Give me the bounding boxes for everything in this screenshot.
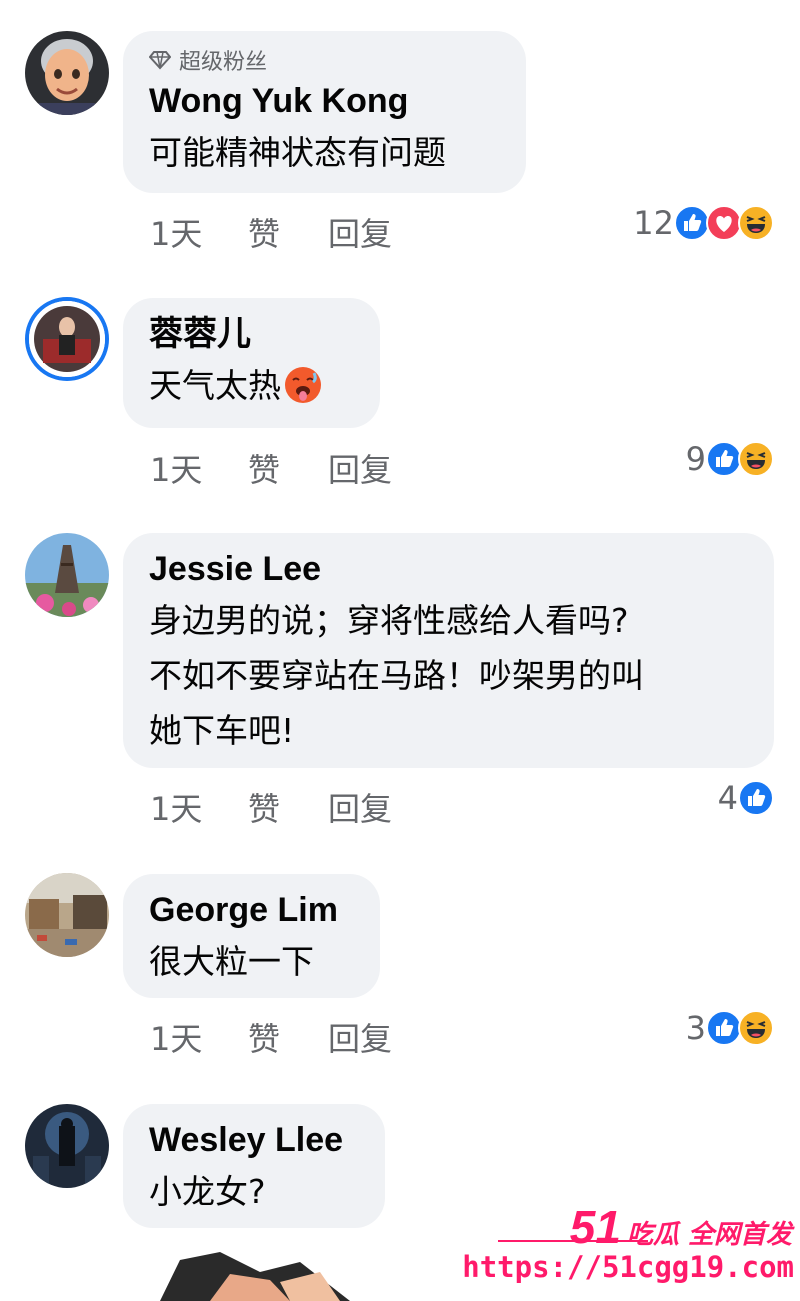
comment-text-line: 不如不要穿站在马路！吵架男的叫 bbox=[149, 656, 644, 695]
comment-bubble: George Lim 很大粒一下 bbox=[123, 874, 380, 998]
comment-time[interactable]: 1天 bbox=[150, 784, 248, 830]
comment-bubble: 超级粉丝 Wong Yuk Kong 可能精神状态有问题 bbox=[123, 31, 526, 193]
reply-button[interactable]: 回复 bbox=[328, 445, 392, 491]
reply-button[interactable]: 回复 bbox=[328, 209, 392, 255]
comment-author[interactable]: George Lim bbox=[149, 886, 354, 934]
like-button[interactable]: 赞 bbox=[248, 784, 328, 830]
comment-bubble: 蓉蓉儿 天气太热 bbox=[123, 298, 380, 428]
watermark: 51 吃瓜 全网首发 https://51cgg19.com bbox=[462, 1198, 798, 1298]
like-reaction-icon bbox=[674, 205, 710, 241]
comment-author[interactable]: Wong Yuk Kong bbox=[149, 77, 500, 125]
reply-button[interactable]: 回复 bbox=[328, 1014, 392, 1060]
avatar[interactable] bbox=[25, 297, 109, 381]
comment-text: 可能精神状态有问题 bbox=[149, 133, 446, 172]
haha-reaction-icon bbox=[738, 441, 774, 477]
hot-face-emoji-icon bbox=[285, 367, 321, 403]
comment-author[interactable]: Jessie Lee bbox=[149, 545, 748, 593]
like-reaction-icon bbox=[706, 441, 742, 477]
comment-author[interactable]: 蓉蓉儿 bbox=[149, 310, 354, 358]
like-reaction-icon bbox=[738, 780, 774, 816]
comment-author[interactable]: Wesley Llee bbox=[149, 1116, 359, 1164]
sticker-image bbox=[150, 1252, 370, 1301]
avatar[interactable] bbox=[25, 533, 109, 617]
watermark-brand: 吃瓜 全网首发 bbox=[626, 1220, 792, 1250]
watermark-divider bbox=[498, 1240, 648, 1242]
reaction-count: 4 bbox=[717, 779, 738, 817]
comment-time[interactable]: 1天 bbox=[150, 445, 248, 491]
watermark-url: https://51cgg19.com bbox=[462, 1250, 794, 1284]
reaction-count: 12 bbox=[633, 204, 674, 242]
reaction-summary[interactable]: 4 bbox=[718, 778, 774, 818]
comments-screen: 超级粉丝 Wong Yuk Kong 可能精神状态有问题 1天 赞 回复 12 bbox=[0, 0, 800, 1301]
watermark-number: 51 bbox=[569, 1201, 621, 1253]
like-reaction-icon bbox=[706, 1010, 742, 1046]
top-fan-badge: 超级粉丝 bbox=[149, 45, 500, 75]
comment-time[interactable]: 1天 bbox=[150, 209, 248, 255]
like-button[interactable]: 赞 bbox=[248, 1014, 328, 1060]
comment-bubble: Wesley Llee 小龙女? bbox=[123, 1104, 385, 1228]
reaction-summary[interactable]: 3 bbox=[686, 1008, 774, 1048]
comment-text-line: 她下车吧! bbox=[149, 711, 295, 750]
comment-actions: 1天 赞 回复 bbox=[150, 785, 392, 829]
comment-actions: 1天 赞 回复 bbox=[150, 210, 392, 254]
comment-text-content: 天气太热 bbox=[149, 366, 281, 405]
reaction-summary[interactable]: 12 bbox=[633, 203, 774, 243]
like-button[interactable]: 赞 bbox=[248, 445, 328, 491]
reply-button[interactable]: 回复 bbox=[328, 784, 392, 830]
comment-bubble: Jessie Lee 身边男的说；穿将性感给人看吗? 不如不要穿站在马路！吵架男… bbox=[123, 533, 774, 768]
haha-reaction-icon bbox=[738, 1010, 774, 1046]
diamond-icon bbox=[149, 51, 171, 70]
reaction-summary[interactable]: 9 bbox=[686, 439, 774, 479]
like-button[interactable]: 赞 bbox=[248, 209, 328, 255]
love-reaction-icon bbox=[706, 205, 742, 241]
haha-reaction-icon bbox=[738, 205, 774, 241]
avatar[interactable] bbox=[25, 1104, 109, 1188]
comment-text: 小龙女? bbox=[149, 1172, 266, 1211]
comment-text: 天气太热 bbox=[149, 358, 354, 413]
comment-time[interactable]: 1天 bbox=[150, 1014, 248, 1060]
comment-text-line: 身边男的说；穿将性感给人看吗? bbox=[149, 601, 629, 640]
comment-actions: 1天 赞 回复 bbox=[150, 1015, 392, 1059]
avatar[interactable] bbox=[25, 31, 109, 115]
avatar[interactable] bbox=[25, 873, 109, 957]
reaction-count: 3 bbox=[685, 1009, 706, 1047]
reaction-count: 9 bbox=[685, 440, 706, 478]
badge-label: 超级粉丝 bbox=[179, 50, 268, 75]
comment-text: 很大粒一下 bbox=[149, 942, 314, 981]
comment-actions: 1天 赞 回复 bbox=[150, 446, 392, 490]
